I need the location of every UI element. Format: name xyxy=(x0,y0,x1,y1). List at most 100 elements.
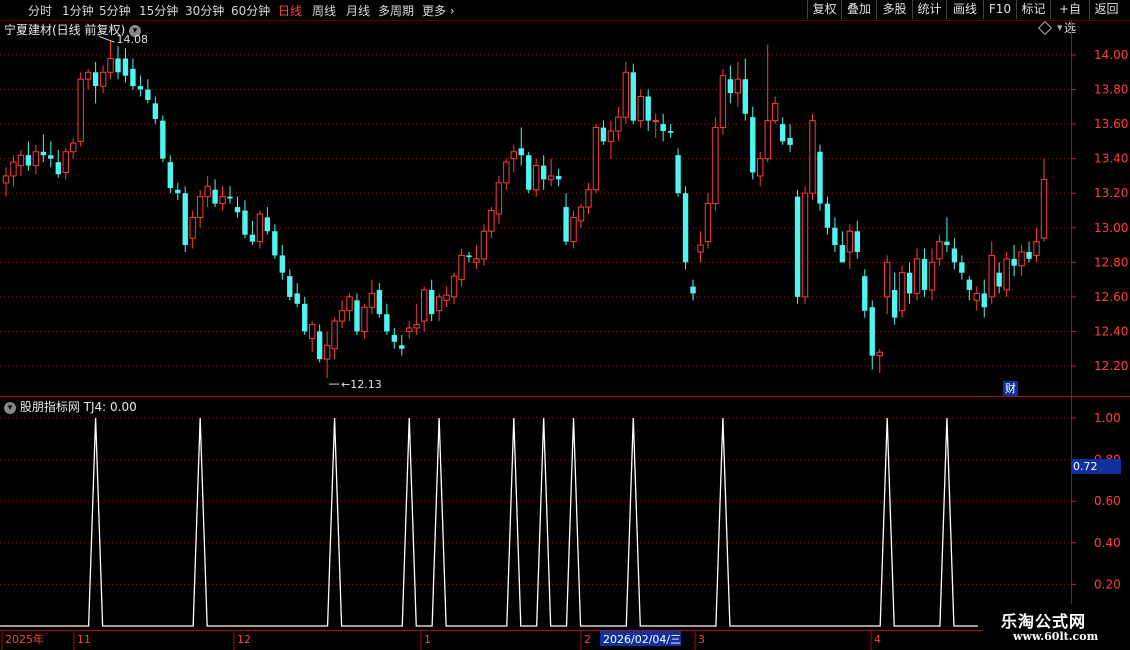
candle-body xyxy=(891,289,898,318)
date-label: 2025年 xyxy=(5,632,44,646)
candle-body xyxy=(928,261,936,291)
candle-body xyxy=(727,79,734,94)
kline-chart[interactable]: 14.00 13.80 13.60 13.40 13.20 13.00 12.80 12.60… xyxy=(0,0,1130,650)
candle-body xyxy=(555,175,562,180)
candle-body xyxy=(450,275,458,298)
candle-body xyxy=(936,241,943,260)
candle-body xyxy=(130,68,136,87)
tab-timeframe-2[interactable]: 5分钟 xyxy=(99,2,131,19)
candle-body xyxy=(704,203,712,243)
toolbar-button-8[interactable]: 返回 xyxy=(1089,0,1123,19)
tab-timeframe-9[interactable]: 多周期 xyxy=(378,2,414,19)
candle-body xyxy=(898,272,906,312)
price-tick-label: 13.40 xyxy=(1094,152,1128,166)
tab-timeframe-8[interactable]: 月线 xyxy=(346,2,370,19)
price-tick-label: 12.60 xyxy=(1094,290,1128,304)
candle-body xyxy=(413,324,420,329)
candle-body xyxy=(17,154,25,167)
candle-body xyxy=(420,289,428,322)
candle-body xyxy=(399,345,405,349)
candle-body xyxy=(62,151,69,173)
candle-body xyxy=(645,96,651,121)
candle-body xyxy=(846,230,854,253)
toolbar-button-1[interactable]: 叠加 xyxy=(841,0,876,19)
candle-body xyxy=(510,151,517,160)
candle-body xyxy=(734,78,742,94)
candle-body xyxy=(869,307,875,356)
candle-body xyxy=(959,262,965,273)
candle-body xyxy=(55,162,61,175)
candle-body xyxy=(719,75,727,129)
toolbar-button-3[interactable]: 统计 xyxy=(912,0,946,19)
candle-body xyxy=(40,151,47,156)
candle-body xyxy=(966,279,973,290)
candle-body xyxy=(227,196,233,199)
finance-badge[interactable]: 财 xyxy=(1003,381,1018,396)
toolbar-button-5[interactable]: F10 xyxy=(983,0,1016,19)
tab-timeframe-5[interactable]: 60分钟 xyxy=(231,2,270,19)
tab-timeframe-0[interactable]: 分时 xyxy=(28,2,52,19)
date-label: 4 xyxy=(874,633,881,646)
candle-body xyxy=(115,58,121,73)
candle-body xyxy=(272,231,278,256)
candle-body xyxy=(302,303,308,332)
date-label: 3 xyxy=(698,633,705,646)
candle-body xyxy=(981,293,987,308)
candle-body xyxy=(503,161,510,184)
candle-body xyxy=(488,210,495,232)
toolbar-button-6[interactable]: 标记 xyxy=(1016,0,1050,19)
candle-body xyxy=(1040,178,1048,239)
candle-body xyxy=(600,127,607,142)
candle-body xyxy=(84,71,92,80)
candle-body xyxy=(906,272,913,294)
candle-body xyxy=(526,155,532,190)
candle-body xyxy=(1003,258,1010,291)
candle-body xyxy=(443,294,450,301)
candle-body xyxy=(196,196,204,218)
toolbar-button-7[interactable]: +自选 xyxy=(1050,0,1089,35)
tab-timeframe-1[interactable]: 1分钟 xyxy=(62,2,94,19)
candle-body xyxy=(675,155,681,194)
tab-timeframe-6[interactable]: 日线 xyxy=(278,2,302,19)
candle-body xyxy=(988,254,995,298)
toolbar-button-2[interactable]: 多股 xyxy=(876,0,912,19)
watermark: 乐淘公式网 www.60lt.com xyxy=(983,604,1130,650)
candle-body xyxy=(883,261,891,298)
candle-body xyxy=(817,151,823,204)
diamond-icon[interactable] xyxy=(1037,20,1053,36)
candle-body xyxy=(944,241,950,246)
candle-body xyxy=(458,254,465,281)
candle-body xyxy=(77,78,84,142)
stock-title: 宁夏建材(日线 前复权) xyxy=(4,23,126,37)
toolbar-button-0[interactable]: 复权 xyxy=(807,0,841,19)
tab-timeframe-7[interactable]: 周线 xyxy=(312,2,336,19)
chevron-down-icon[interactable]: ▾ xyxy=(129,24,142,37)
price-tick-label: 13.20 xyxy=(1094,186,1128,200)
indicator-panel-title: ▾ 股朋指标网 TJ4: 0.00 xyxy=(4,398,137,415)
chevron-down-icon[interactable]: ▾ xyxy=(4,401,16,414)
candle-body xyxy=(25,155,32,166)
candle-body xyxy=(787,137,793,145)
candle-body xyxy=(622,71,630,118)
candle-body xyxy=(518,148,524,156)
tab-timeframe-10[interactable]: 更多 › xyxy=(422,2,455,19)
candle-body xyxy=(585,189,592,208)
indicator-value-badge: 0.72 xyxy=(1071,459,1121,474)
price-tick-label: 12.40 xyxy=(1094,324,1128,338)
candle-body xyxy=(212,189,218,204)
dropdown-arrow-icon[interactable]: ▾ xyxy=(1057,21,1063,34)
candle-body xyxy=(592,127,600,191)
candle-body xyxy=(712,127,719,205)
candle-body xyxy=(921,258,928,290)
candle-body xyxy=(354,300,360,332)
tab-timeframe-3[interactable]: 15分钟 xyxy=(139,2,178,19)
candle-body xyxy=(570,216,577,243)
candle-body xyxy=(801,192,809,298)
candle-body xyxy=(137,86,144,90)
candle-body xyxy=(249,234,256,242)
toolbar-button-4[interactable]: 画线 xyxy=(946,0,983,19)
price-tick-label: 13.00 xyxy=(1094,221,1128,235)
candle-body xyxy=(996,272,1002,287)
candle-body xyxy=(145,89,151,100)
tab-timeframe-4[interactable]: 30分钟 xyxy=(185,2,224,19)
